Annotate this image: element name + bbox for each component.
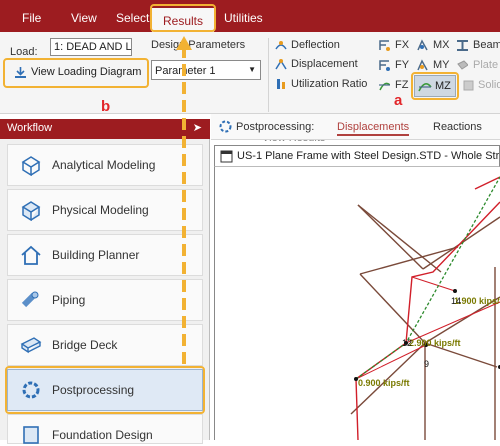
postprocessing-highlight xyxy=(5,366,205,414)
displacement-icon xyxy=(275,59,287,70)
document-titlebar: US-1 Plane Frame with Steel Design.STD -… xyxy=(214,145,500,167)
structure-canvas[interactable]: 1.900 kips/ft 2.900 kips/ft 0.900 kips/f… xyxy=(214,167,500,441)
foundation-design-icon xyxy=(23,426,39,444)
node-label: 12 xyxy=(402,338,412,348)
mx-icon xyxy=(417,39,428,51)
document-icon xyxy=(220,150,233,163)
chevron-down-icon: ▼ xyxy=(248,65,256,74)
utilization-ratio-icon xyxy=(277,79,285,89)
load-select[interactable]: 1: DEAD AND LI xyxy=(50,38,132,56)
fy-icon xyxy=(379,60,390,71)
workflow-title: Workflow xyxy=(7,122,53,134)
my-icon xyxy=(417,59,428,71)
deflection-icon xyxy=(275,41,287,50)
postprocessing-tabs: Postprocessing: Displacements Reactions xyxy=(211,114,500,140)
bridge-icon xyxy=(20,337,42,354)
fz-button[interactable]: FZ xyxy=(395,79,408,91)
postprocessing-tabs-label: Postprocessing: xyxy=(236,121,315,133)
workflow-item-label: Physical Modeling xyxy=(52,203,149,217)
document-title: US-1 Plane Frame with Steel Design.STD -… xyxy=(237,150,500,162)
workflow-item-label: Analytical Modeling xyxy=(52,158,156,172)
menu-view[interactable]: View xyxy=(71,11,97,25)
tab-displacements[interactable]: Displacements xyxy=(337,121,410,136)
workflow-item-bridge-deck[interactable]: Bridge Deck xyxy=(7,324,203,366)
structure-diagram: 1.900 kips/ft 2.900 kips/ft 0.900 kips/f… xyxy=(350,176,500,441)
ribbon: Load: 1: DEAD AND LI Design Parameters P… xyxy=(0,32,500,144)
tab-reactions[interactable]: Reactions xyxy=(433,121,482,133)
workflow-item-building-planner[interactable]: Building Planner xyxy=(7,234,203,276)
parameter-value: Parameter 1 xyxy=(155,65,216,77)
view-loading-diagram-highlight xyxy=(3,58,149,88)
load-label: 2.900 kips/ft xyxy=(409,338,461,348)
annotation-b: b xyxy=(101,98,111,115)
node-label: 9 xyxy=(424,359,429,369)
analytical-modeling-icon xyxy=(21,156,41,176)
fz-icon xyxy=(379,82,390,91)
solid-button[interactable]: Solid xyxy=(478,79,500,91)
pipe-icon xyxy=(21,291,39,308)
ribbon-separator xyxy=(268,38,269,112)
workflow-header: Workflow ➤ xyxy=(0,119,210,139)
mx-button[interactable]: MX xyxy=(433,39,450,51)
menu-utilities[interactable]: Utilities xyxy=(224,11,263,25)
annotation-a: a xyxy=(394,92,403,109)
displacement-button[interactable]: Displacement xyxy=(291,58,358,70)
workflow-panel: Workflow ➤ Analytical Modeling Physical … xyxy=(0,119,210,444)
workflow-item-analytical-modeling[interactable]: Analytical Modeling xyxy=(7,144,203,186)
beam-icon xyxy=(457,40,468,51)
results-tab-highlight xyxy=(150,4,216,32)
workflow-item-label: Building Planner xyxy=(52,248,140,262)
plate-icon xyxy=(457,60,468,70)
fx-icon xyxy=(379,40,390,51)
workflow-item-physical-modeling[interactable]: Physical Modeling xyxy=(7,189,203,231)
fx-button[interactable]: FX xyxy=(395,39,409,51)
load-label: Load: xyxy=(10,46,38,58)
design-parameters-label: Design Parameters xyxy=(151,39,246,51)
pin-icon[interactable]: ➤ xyxy=(193,121,202,134)
node-label: 14 xyxy=(451,296,461,306)
beam-button[interactable]: Beam xyxy=(473,39,500,51)
physical-modeling-icon xyxy=(21,201,41,221)
parameter-select[interactable]: Parameter 1 ▼ xyxy=(151,60,261,80)
house-icon xyxy=(21,245,41,265)
menu-file[interactable]: File xyxy=(22,11,41,25)
utilization-ratio-button[interactable]: Utilization Ratio xyxy=(291,78,367,90)
plate-button[interactable]: Plate xyxy=(473,59,498,71)
menu-bar: File View Select Results Utilities xyxy=(0,0,500,32)
workflow-item-label: Bridge Deck xyxy=(52,338,118,352)
postprocessing-icon xyxy=(219,120,232,133)
workflow-item-label: Piping xyxy=(52,293,86,307)
menu-select[interactable]: Select xyxy=(116,11,149,25)
workflow-item-piping[interactable]: Piping xyxy=(7,279,203,321)
mz-highlight xyxy=(411,72,459,100)
fy-button[interactable]: FY xyxy=(395,59,409,71)
deflection-button[interactable]: Deflection xyxy=(291,39,340,51)
my-button[interactable]: MY xyxy=(433,59,450,71)
load-label: 0.900 kips/ft xyxy=(358,378,410,388)
node-marker xyxy=(453,289,457,293)
solid-icon xyxy=(463,80,474,91)
